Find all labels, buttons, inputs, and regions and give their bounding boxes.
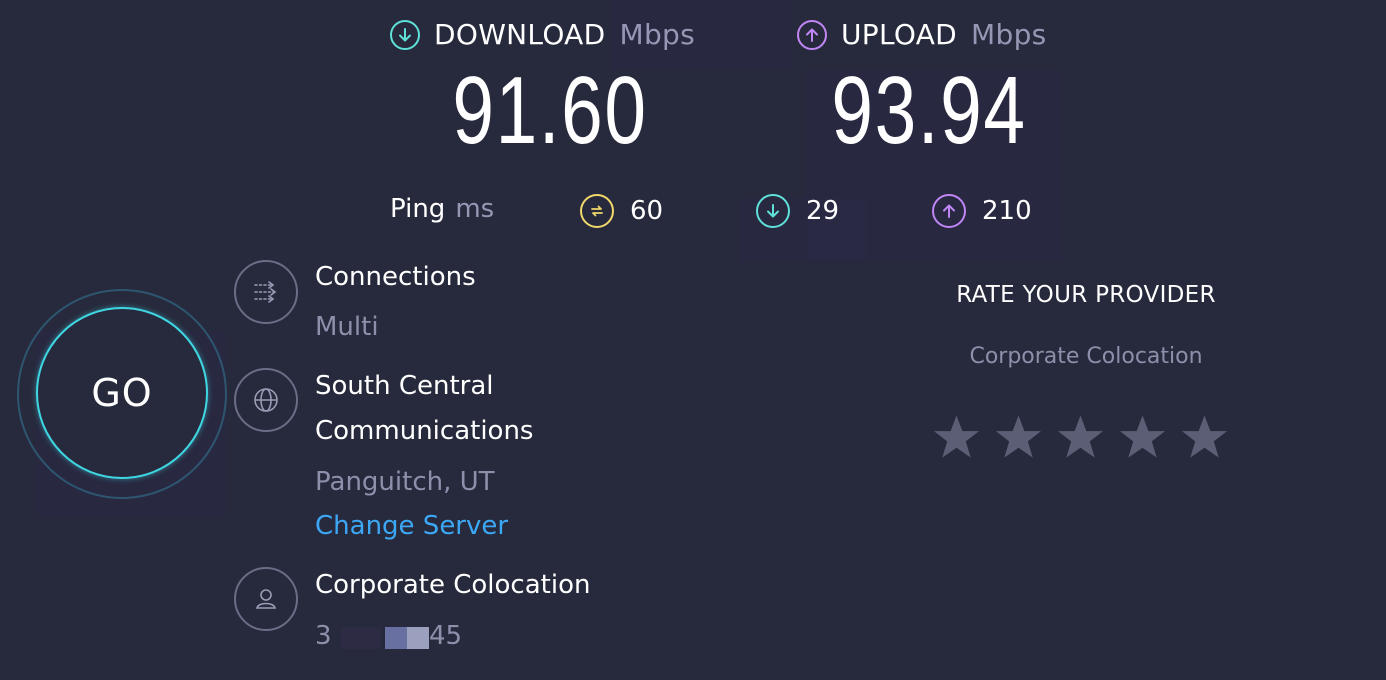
star-icon[interactable] xyxy=(932,412,981,462)
star-icon[interactable] xyxy=(1180,412,1229,462)
upload-unit: Mbps xyxy=(971,18,1047,51)
ping-upload: 210 xyxy=(932,194,1032,228)
ping-label-text: Ping xyxy=(390,194,446,224)
arrow-up-circle-icon xyxy=(932,194,966,228)
ping-upload-value: 210 xyxy=(982,196,1032,226)
ping-download-value: 29 xyxy=(806,196,840,226)
connections-value: Multi xyxy=(315,312,379,342)
download-result: DOWNLOAD Mbps 91.60 xyxy=(390,18,710,159)
ping-unit: ms xyxy=(455,194,495,224)
ping-idle-icon xyxy=(580,194,614,228)
ping-idle-value: 60 xyxy=(630,196,664,226)
provider-ip-suffix: 45 xyxy=(429,621,463,651)
globe-icon[interactable] xyxy=(234,368,298,432)
redacted-ip-block xyxy=(407,627,429,649)
upload-result: UPLOAD Mbps 93.94 xyxy=(797,18,1061,159)
provider-ip: 3 45 xyxy=(315,614,475,659)
upload-value: 93.94 xyxy=(831,57,1027,164)
redacted-ip-block xyxy=(341,627,381,649)
user-icon[interactable] xyxy=(234,567,298,631)
ping-idle: 60 xyxy=(580,194,663,228)
upload-header: UPLOAD Mbps xyxy=(797,18,1061,51)
download-value: 91.60 xyxy=(452,57,648,164)
star-rating xyxy=(932,412,1229,462)
rate-provider-title: RATE YOUR PROVIDER xyxy=(956,282,1216,308)
download-unit: Mbps xyxy=(619,18,695,51)
rate-provider-name: Corporate Colocation xyxy=(969,344,1203,369)
ping-label: Ping ms xyxy=(390,194,494,224)
star-icon[interactable] xyxy=(1118,412,1167,462)
server-name-line1: South Central xyxy=(315,371,494,401)
server-location: Panguitch, UT xyxy=(315,467,495,497)
star-icon[interactable] xyxy=(1056,412,1105,462)
provider-ip-prefix: 3 xyxy=(315,621,332,651)
connections-icon[interactable] xyxy=(234,260,298,324)
provider-name: Corporate Colocation xyxy=(315,570,591,600)
download-label: DOWNLOAD xyxy=(434,18,606,51)
ping-download: 29 xyxy=(756,194,839,228)
star-icon[interactable] xyxy=(994,412,1043,462)
redacted-ip-block xyxy=(385,627,407,649)
arrow-down-circle-icon xyxy=(756,194,790,228)
go-button[interactable]: GO xyxy=(36,307,208,479)
server-name-line2: Communications xyxy=(315,416,534,446)
upload-label: UPLOAD xyxy=(841,18,958,51)
arrow-up-circle-icon xyxy=(797,19,827,50)
download-header: DOWNLOAD Mbps xyxy=(390,18,710,51)
connections-title: Connections xyxy=(315,262,476,292)
speedtest-page: DOWNLOAD Mbps 91.60 UPLOAD Mbps 93.94 Pi… xyxy=(0,0,1386,680)
change-server-link[interactable]: Change Server xyxy=(315,504,508,549)
arrow-down-circle-icon xyxy=(390,19,420,50)
